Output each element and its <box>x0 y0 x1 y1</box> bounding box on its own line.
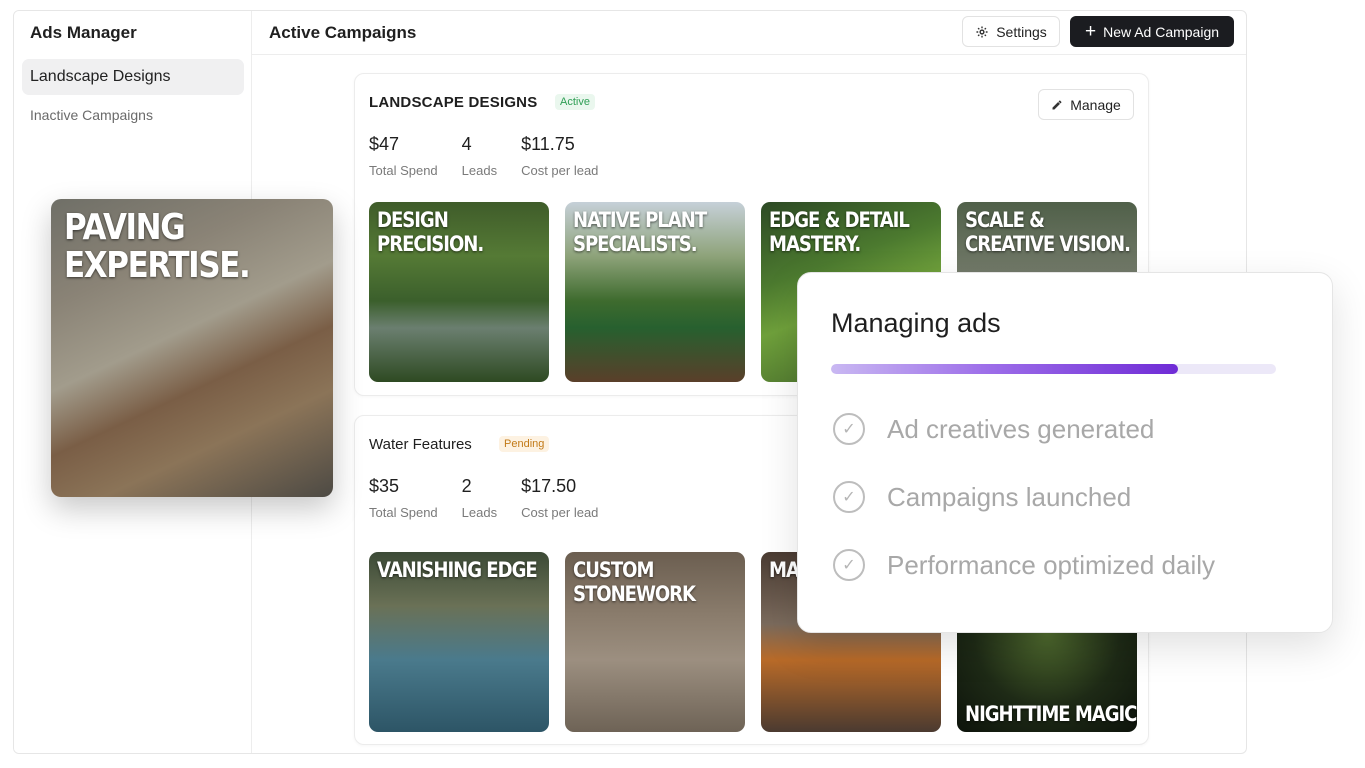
new-ad-campaign-button[interactable]: + New Ad Campaign <box>1070 16 1234 47</box>
app-title: Ads Manager <box>30 23 137 42</box>
stat-value: $17.50 <box>521 476 577 496</box>
stat-label: Cost per lead <box>521 163 599 178</box>
settings-button[interactable]: Settings <box>962 16 1060 47</box>
panel-title: Managing ads <box>831 308 1001 338</box>
stat-value: 2 <box>461 476 472 496</box>
ad-headline: NIGHTTIME MAGIC <box>965 702 1137 726</box>
ad-headline: NATIVE PLANT SPECIALISTS. <box>573 208 707 256</box>
step-label: Performance optimized daily <box>887 549 1216 580</box>
featured-ad-creative: PAVING EXPERTISE. <box>51 199 333 497</box>
stat-value: $35 <box>369 476 400 496</box>
stat-label: Total Spend <box>369 163 438 178</box>
campaign-title: LANDSCAPE DESIGNS <box>369 94 538 111</box>
sidebar-item-inactive-campaigns[interactable]: Inactive Campaigns <box>30 107 153 123</box>
ad-headline: SCALE & CREATIVE VISION. <box>965 208 1131 256</box>
stat-leads: 2 Leads <box>462 476 497 520</box>
manage-button[interactable]: Manage <box>1038 89 1134 120</box>
stat-label: Leads <box>461 505 498 520</box>
gear-icon <box>976 25 988 38</box>
ad-headline: CUSTOM STONEWORK <box>573 558 696 606</box>
plus-icon: + <box>1084 21 1097 42</box>
ad-headline: EDGE & DETAIL MASTERY. <box>769 208 910 256</box>
pencil-icon <box>1052 100 1062 109</box>
settings-label: Settings <box>996 23 1047 40</box>
campaign-stats: $35 Total Spend 2 Leads $17.50 Cost per … <box>369 476 598 520</box>
page-title: Active Campaigns <box>269 23 417 42</box>
check-circle-icon: ✓ <box>833 549 865 581</box>
stat-cost-per-lead: $17.50 Cost per lead <box>521 476 598 520</box>
ad-creative[interactable]: DESIGN PRECISION. <box>369 202 549 382</box>
stat-total-spend: $47 Total Spend <box>369 134 438 178</box>
stat-total-spend: $35 Total Spend <box>369 476 438 520</box>
ad-creative[interactable]: NATIVE PLANT SPECIALISTS. <box>565 202 745 382</box>
step-ad-creatives: ✓ Ad creatives generated <box>833 413 1154 445</box>
step-campaigns-launched: ✓ Campaigns launched <box>833 481 1131 513</box>
progress-fill <box>831 364 1179 374</box>
step-label: Campaigns launched <box>887 481 1132 512</box>
check-circle-icon: ✓ <box>833 413 865 445</box>
step-performance-optimized: ✓ Performance optimized daily <box>833 549 1215 581</box>
progress-bar <box>831 364 1276 374</box>
new-ad-campaign-label: New Ad Campaign <box>1103 23 1220 40</box>
main-header: Active Campaigns Settings + New Ad Campa… <box>252 11 1246 55</box>
ad-headline: DESIGN PRECISION. <box>377 208 484 256</box>
campaign-stats: $47 Total Spend 4 Leads $11.75 Cost per … <box>369 134 598 178</box>
stat-leads: 4 Leads <box>462 134 497 178</box>
stat-cost-per-lead: $11.75 Cost per lead <box>521 134 598 178</box>
status-badge-active: Active <box>555 94 595 110</box>
status-badge-pending: Pending <box>499 436 550 452</box>
ad-creative[interactable]: CUSTOM STONEWORK <box>565 552 745 732</box>
ad-headline: VANISHING EDGE <box>377 558 538 582</box>
step-label: Ad creatives generated <box>887 413 1155 444</box>
stat-label: Leads <box>461 163 498 178</box>
stat-label: Total Spend <box>369 505 438 520</box>
sidebar-item-landscape-designs[interactable]: Landscape Designs <box>22 59 244 95</box>
hero-ad-headline: PAVING EXPERTISE. <box>64 207 251 286</box>
ad-creative[interactable]: VANISHING EDGE <box>369 552 549 732</box>
stat-value: $11.75 <box>521 134 575 154</box>
stat-value: $47 <box>369 134 400 154</box>
campaign-title: Water Features <box>369 436 472 453</box>
stat-value: 4 <box>461 134 472 154</box>
stat-label: Cost per lead <box>521 505 599 520</box>
manage-label: Manage <box>1070 96 1121 113</box>
check-circle-icon: ✓ <box>833 481 865 513</box>
managing-ads-panel: Managing ads ✓ Ad creatives generated ✓ … <box>797 272 1333 633</box>
